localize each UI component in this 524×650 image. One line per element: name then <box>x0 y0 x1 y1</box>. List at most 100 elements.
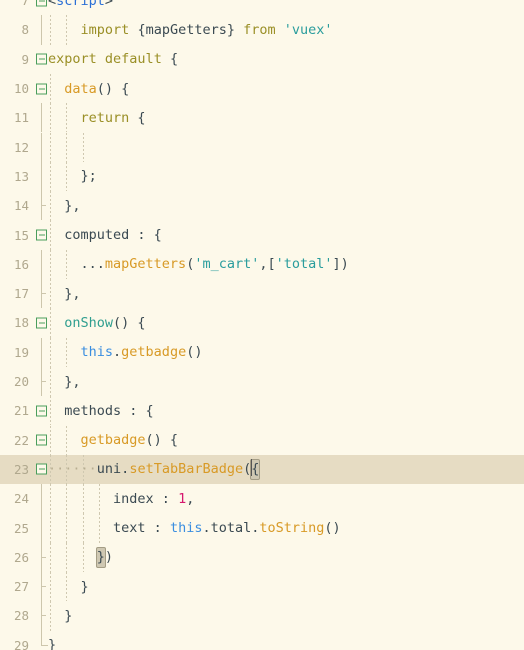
gutter-line-17: 17 <box>0 279 34 308</box>
line-number: 22 <box>13 432 29 448</box>
code-line-22[interactable]: 22 getbadge() { <box>0 425 524 455</box>
token-punct: ... <box>80 256 105 273</box>
code-content[interactable]: export default { <box>34 45 524 74</box>
code-text: export default { <box>48 51 178 67</box>
token-punct: . <box>113 344 122 361</box>
gutter-line-22: 22 <box>0 426 34 455</box>
code-line-23[interactable]: 23 ······uni.setTabBarBadge({ <box>0 454 524 485</box>
code-content[interactable]: onShow() { <box>34 308 524 338</box>
code-content[interactable]: ...mapGetters('m_cart',['total']) <box>34 249 524 279</box>
code-text: } <box>48 608 72 624</box>
line-number: 16 <box>13 256 29 272</box>
code-line-27[interactable]: 27 } <box>0 572 524 602</box>
code-line-10[interactable]: 10 data() { <box>0 73 524 104</box>
token-punct: > <box>104 0 114 9</box>
code-text: return { <box>48 110 146 126</box>
code-text: }) <box>48 547 113 567</box>
code-editor[interactable]: 7 <script> 8 import {mapGetters} from 'vue… <box>0 0 524 650</box>
code-text: ······uni.setTabBarBadge({ <box>48 459 260 480</box>
token-punct: .total. <box>202 520 260 537</box>
code-text: }; <box>48 168 97 184</box>
code-line-14[interactable]: 14 }, <box>0 191 524 221</box>
code-line-17[interactable]: 17 }, <box>0 279 524 309</box>
code-line-7[interactable]: 7 <script> <box>0 0 524 15</box>
code-line-24[interactable]: 24 index : 1, <box>0 484 524 514</box>
code-text: }, <box>48 374 80 390</box>
token-tag: script <box>56 0 105 9</box>
code-content[interactable]: import {mapGetters} from 'vuex' <box>34 15 524 45</box>
code-line-8[interactable]: 8 import {mapGetters} from 'vuex' <box>0 15 524 45</box>
code-content[interactable]: data() { <box>34 73 524 104</box>
code-line-13[interactable]: 13 }; <box>0 161 524 192</box>
code-content[interactable]: return { <box>34 103 524 133</box>
fold-collapse-icon[interactable] <box>36 405 47 417</box>
token-fn: toString <box>259 520 325 537</box>
code-line-15[interactable]: 15 computed : { <box>0 220 524 250</box>
code-text: methods : { <box>48 403 153 419</box>
code-line-28[interactable]: 28 } <box>0 601 524 631</box>
code-text: <script> <box>48 0 113 9</box>
code-line-21[interactable]: 21 methods : { <box>0 396 524 426</box>
token-punct: () { <box>145 432 179 449</box>
code-content[interactable]: } <box>34 601 524 631</box>
code-text: onShow() { <box>48 315 145 331</box>
fold-collapse-icon[interactable] <box>36 317 47 329</box>
code-content[interactable]: getbadge() { <box>34 425 524 455</box>
code-line-11[interactable]: 11 return { <box>0 103 524 133</box>
code-line-16[interactable]: 16 ...mapGetters('m_cart',['total']) <box>0 249 524 279</box>
line-number: 19 <box>13 344 29 360</box>
line-number: 8 <box>21 22 29 38</box>
code-content[interactable]: computed : { <box>34 220 524 250</box>
code-line-25[interactable]: 25 text : this.total.toString() <box>0 513 524 543</box>
code-content[interactable]: this.getbadge() <box>34 337 524 367</box>
code-line-20[interactable]: 20 }, <box>0 366 524 397</box>
code-content[interactable]: }, <box>34 366 524 397</box>
code-line-19[interactable]: 19 this.getbadge() <box>0 337 524 367</box>
code-content[interactable]: <script> <box>34 0 524 15</box>
code-content[interactable] <box>34 132 524 162</box>
code-text: getbadge() { <box>48 432 179 449</box>
code-line-26[interactable]: 26 }) <box>0 542 524 572</box>
token-str: 'vuex' <box>283 21 333 38</box>
fold-collapse-icon[interactable] <box>36 83 47 95</box>
code-line-12[interactable]: 12 <box>0 132 524 162</box>
gutter-line-19: 19 <box>0 338 34 367</box>
token-fn: getbadge <box>80 432 146 449</box>
code-content[interactable]: index : 1, <box>34 484 524 514</box>
code-content[interactable]: } <box>34 572 524 602</box>
fold-collapse-icon[interactable] <box>36 463 47 475</box>
code-content[interactable]: }, <box>34 191 524 221</box>
token-num: 1 <box>178 490 187 507</box>
line-number: 20 <box>13 374 29 390</box>
code-line-29[interactable]: 29} <box>0 630 524 650</box>
code-content[interactable]: } <box>34 631 524 650</box>
fold-collapse-icon[interactable] <box>36 53 47 65</box>
code-content[interactable]: }; <box>34 161 524 192</box>
token-kw: export <box>48 51 97 68</box>
fold-collapse-icon[interactable] <box>36 434 47 446</box>
code-content[interactable]: ······uni.setTabBarBadge({ <box>34 454 524 485</box>
code-line-9[interactable]: 9 export default { <box>0 45 524 74</box>
code-content[interactable]: methods : { <box>34 396 524 426</box>
fold-collapse-icon[interactable] <box>36 229 47 241</box>
token-kw: import <box>80 21 130 38</box>
indent-guide <box>66 132 68 162</box>
token-str: 'm_cart' <box>194 256 260 273</box>
line-number: 24 <box>13 491 29 507</box>
gutter-line-26: 26 <box>0 543 34 572</box>
code-content[interactable]: }) <box>34 542 524 572</box>
token-punct: : { <box>129 227 162 244</box>
token-punct: () { <box>96 80 130 97</box>
token-punct: }, <box>64 197 81 214</box>
code-content[interactable]: }, <box>34 279 524 309</box>
fold-collapse-icon[interactable] <box>36 0 47 7</box>
code-line-18[interactable]: 18 onShow() { <box>0 308 524 338</box>
code-content[interactable]: text : this.total.toString() <box>34 513 524 543</box>
